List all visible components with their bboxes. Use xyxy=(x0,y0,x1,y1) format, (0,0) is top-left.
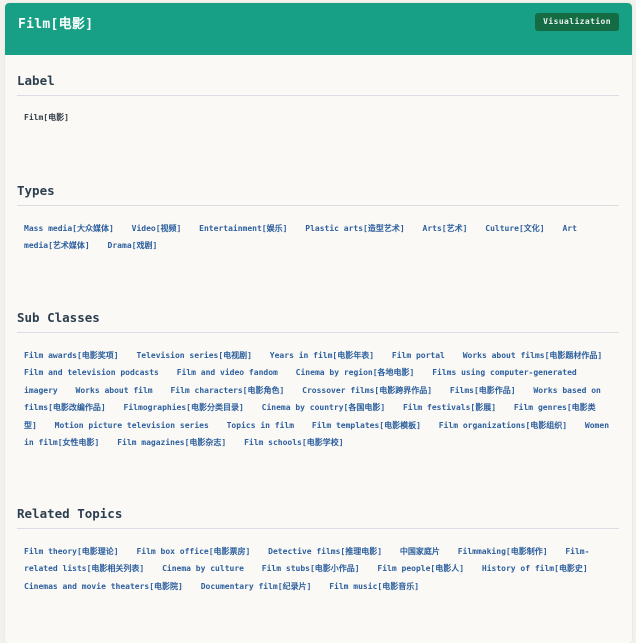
subclass-link[interactable]: Works about film xyxy=(76,386,153,395)
subclass-link[interactable]: Film awards[电影奖项] xyxy=(24,351,119,360)
related-link-list: Film theory[电影理论] Film box office[电影票房] … xyxy=(17,543,619,595)
subclass-link[interactable]: Television series[电视剧] xyxy=(136,351,252,360)
subclass-link[interactable]: Films[电影作品] xyxy=(450,386,516,395)
type-link[interactable]: Drama[戏剧] xyxy=(108,241,158,250)
types-link-list: Mass media[大众媒体] Video[视频] Entertainment… xyxy=(17,220,619,255)
related-section: Related Topics Film theory[电影理论] Film bo… xyxy=(17,506,619,595)
subclass-link[interactable]: Motion picture television series xyxy=(55,421,209,430)
subclass-link[interactable]: Film schools[电影学校] xyxy=(244,438,343,447)
subclasses-section: Sub Classes Film awards[电影奖项] Television… xyxy=(17,310,619,451)
subclass-link[interactable]: Film characters[电影角色] xyxy=(170,386,284,395)
type-link[interactable]: Plastic arts[造型艺术] xyxy=(305,224,404,233)
subclasses-section-title: Sub Classes xyxy=(17,310,619,333)
related-topic-link[interactable]: History of film[电影史] xyxy=(482,564,588,573)
type-link[interactable]: Arts[艺术] xyxy=(423,224,468,233)
related-topic-link[interactable]: Film stubs[电影小作品] xyxy=(262,564,360,573)
types-section-title: Types xyxy=(17,183,619,206)
label-section: Label Film[电影] xyxy=(17,73,619,123)
subclass-link[interactable]: Film and television podcasts xyxy=(24,368,159,377)
subclass-link[interactable]: Cinema by country[各国电影] xyxy=(262,403,386,412)
subclass-link[interactable]: Film and video fandom xyxy=(177,368,278,377)
subclass-link[interactable]: Film portal xyxy=(392,351,445,360)
page-title: Film[电影] xyxy=(18,17,94,32)
types-section: Types Mass media[大众媒体] Video[视频] Enterta… xyxy=(17,183,619,255)
subclass-link[interactable]: Film templates[电影模板] xyxy=(312,421,421,430)
related-topic-link[interactable]: Film box office[电影票房] xyxy=(136,547,250,556)
related-topic-link[interactable]: Filmmaking[电影制作] xyxy=(458,547,548,556)
related-topic-link[interactable]: Cinema by culture xyxy=(162,564,244,573)
subclass-link[interactable]: Film magazines[电影杂志] xyxy=(117,438,226,447)
related-topic-link[interactable]: Film people[电影人] xyxy=(377,564,464,573)
related-topic-link[interactable]: Detective films[推理电影] xyxy=(268,547,382,556)
type-link[interactable]: Entertainment[娱乐] xyxy=(199,224,287,233)
related-section-title: Related Topics xyxy=(17,506,619,529)
subclasses-link-list: Film awards[电影奖项] Television series[电视剧]… xyxy=(17,347,619,451)
related-topic-link[interactable]: Cinemas and movie theaters[电影院] xyxy=(24,582,183,591)
subclass-link[interactable]: Film organizations[电影组织] xyxy=(439,421,567,430)
content-card: Film[电影] Visualization Label Film[电影] Ty… xyxy=(5,3,632,643)
label-section-title: Label xyxy=(17,73,619,96)
type-link[interactable]: Video[视频] xyxy=(132,224,182,233)
visualization-button[interactable]: Visualization xyxy=(535,13,619,31)
type-link[interactable]: Culture[文化] xyxy=(485,224,544,233)
related-topic-link[interactable]: Film theory[电影理论] xyxy=(24,547,119,556)
label-value: Film[电影] xyxy=(24,113,69,122)
related-topic-link[interactable]: Documentary film[纪录片] xyxy=(201,582,312,591)
related-topic-link[interactable]: Film music[电影音乐] xyxy=(329,582,419,591)
page-header: Film[电影] Visualization xyxy=(5,3,632,55)
subclass-link[interactable]: Filmographies[电影分类目录] xyxy=(124,403,244,412)
subclass-link[interactable]: Film festivals[影展] xyxy=(403,403,496,412)
subclass-link[interactable]: Years in film[电影年表] xyxy=(270,351,374,360)
subclass-link[interactable]: Topics in film xyxy=(227,421,294,430)
related-topic-link[interactable]: 中国家庭片 xyxy=(400,547,440,556)
subclass-link[interactable]: Crossover films[电影跨界作品] xyxy=(302,386,432,395)
subclass-link[interactable]: Works about films[电影题材作品] xyxy=(463,351,603,360)
subclass-link[interactable]: Cinema by region[各地电影] xyxy=(296,368,415,377)
type-link[interactable]: Mass media[大众媒体] xyxy=(24,224,114,233)
